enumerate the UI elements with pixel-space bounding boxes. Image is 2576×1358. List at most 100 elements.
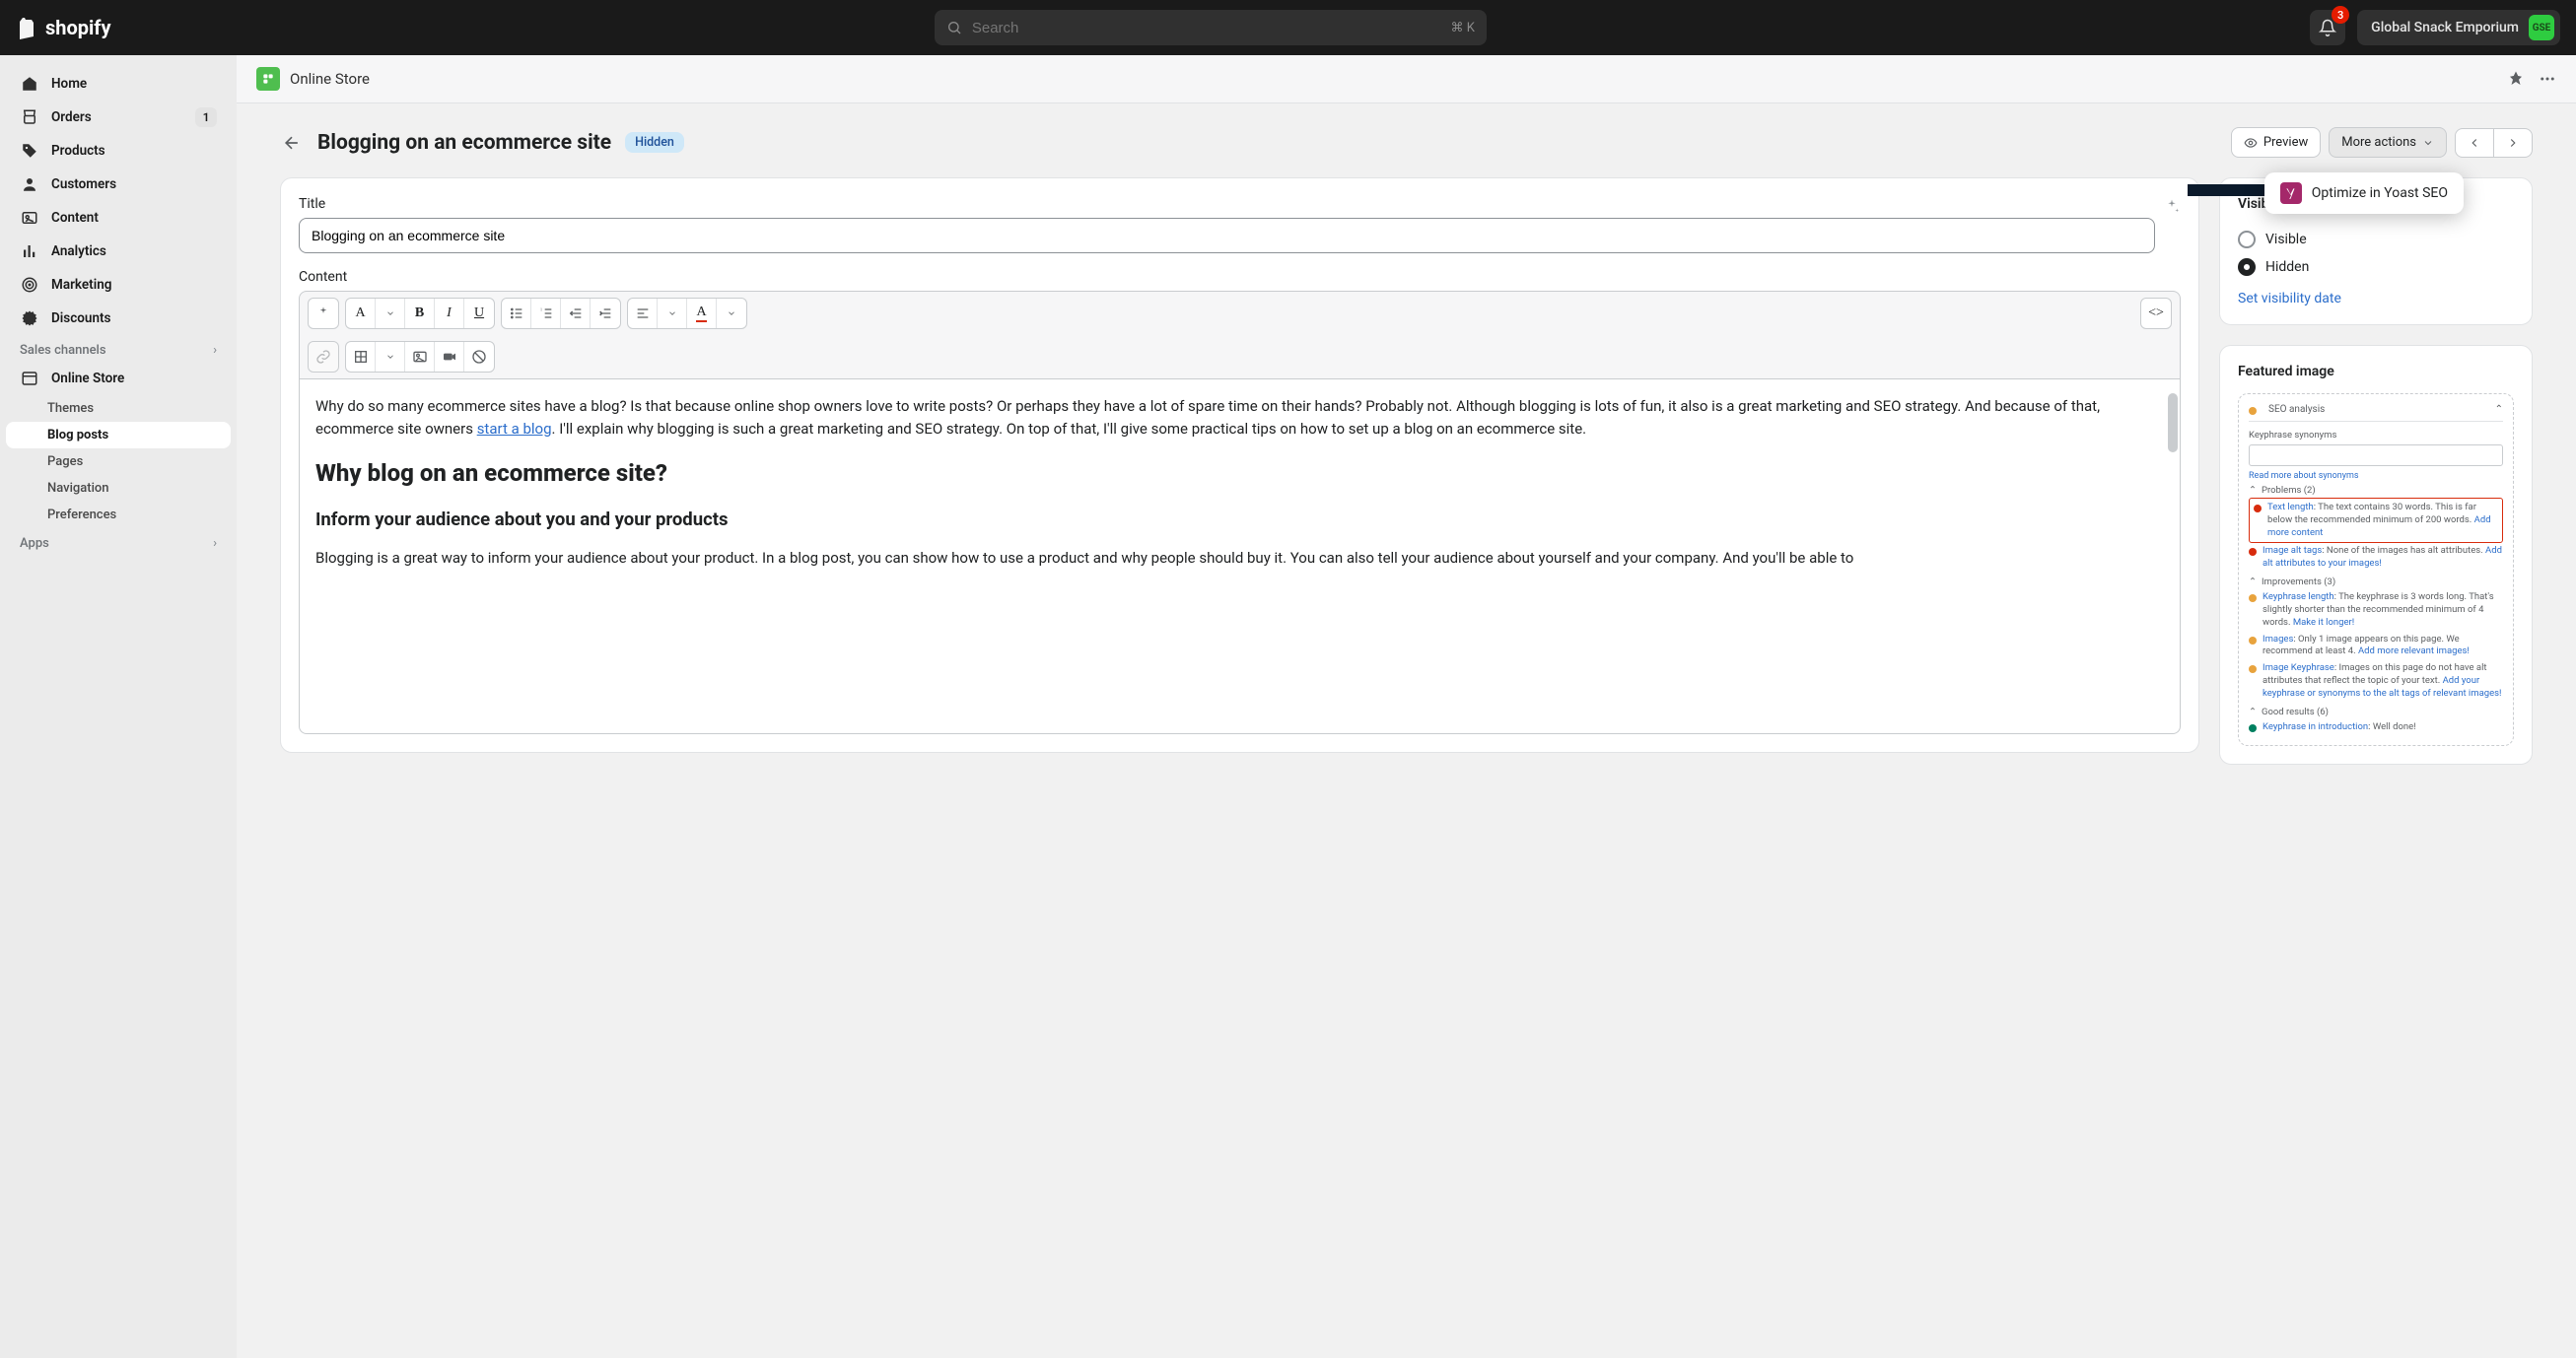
nav-online-store[interactable]: Online Store [6, 362, 231, 395]
featured-image-heading: Featured image [2238, 364, 2514, 379]
brand-text: shopify [45, 16, 111, 39]
seo-item-images: Images: Only 1 image appears on this pag… [2249, 632, 2503, 661]
status-badge: Hidden [625, 132, 684, 153]
sub-pages[interactable]: Pages [6, 448, 231, 475]
align-dropdown[interactable] [658, 299, 687, 328]
content-h2: Why blog on an ecommerce site? [315, 455, 2158, 492]
online-store-app-icon [256, 67, 280, 91]
paragraph-button[interactable]: A [346, 299, 376, 328]
title-input[interactable] [299, 218, 2155, 253]
indent-button[interactable] [591, 299, 620, 328]
sub-blog-posts[interactable]: Blog posts [6, 422, 231, 448]
nav-analytics[interactable]: Analytics [6, 235, 231, 268]
seo-item-img-keyphrase: Image Keyphrase: Images on this page do … [2249, 660, 2503, 702]
bold-button[interactable]: B [405, 299, 435, 328]
editor-scrollbar[interactable] [2168, 393, 2178, 452]
visibility-visible-option[interactable]: Visible [2238, 226, 2514, 253]
image-button[interactable] [405, 342, 435, 372]
table-dropdown[interactable] [376, 342, 405, 372]
featured-image-card: Featured image SEO analysis ⌃ Keyphrase … [2219, 345, 2533, 765]
yoast-dropdown-item[interactable]: Optimize in Yoast SEO [2264, 172, 2464, 214]
seo-item-text-length: Text length: The text contains 30 words.… [2249, 498, 2503, 543]
pin-icon[interactable] [2507, 70, 2525, 88]
color-button[interactable]: A [687, 299, 717, 328]
synonyms-link[interactable]: Read more about synonyms [2249, 471, 2359, 481]
page-header: Blogging on an ecommerce site Hidden Pre… [280, 127, 2533, 158]
editor-toolbar: A B I U 1 [299, 291, 2181, 379]
store-icon [20, 369, 39, 388]
content-editor[interactable]: Why do so many ecommerce sites have a bl… [299, 379, 2181, 734]
nav-customers[interactable]: Customers [6, 168, 231, 201]
synonyms-input[interactable] [2249, 444, 2503, 466]
color-dropdown[interactable] [717, 299, 746, 328]
content-icon [20, 208, 39, 228]
nav-content[interactable]: Content [6, 201, 231, 235]
title-label: Title [299, 196, 2155, 212]
breadcrumb-label: Online Store [290, 70, 370, 88]
problems-section[interactable]: ⌃Problems (2) [2249, 481, 2503, 498]
content-link[interactable]: start a blog [477, 420, 552, 438]
page-title: Blogging on an ecommerce site [317, 131, 611, 155]
nav-products[interactable]: Products [6, 134, 231, 168]
shopify-logo[interactable]: shopify [16, 16, 111, 39]
sales-channels-heading[interactable]: Sales channels› [6, 335, 231, 362]
search-icon [946, 20, 962, 35]
good-results-section[interactable]: ⌃Good results (6) [2249, 703, 2503, 719]
breadcrumb: Online Store [237, 55, 2576, 103]
more-actions-button[interactable]: More actions [2329, 127, 2447, 158]
nav-home[interactable]: Home [6, 67, 231, 101]
seo-item-intro: Keyphrase in introduction: Well done! [2249, 719, 2503, 736]
target-icon [20, 275, 39, 295]
outdent-button[interactable] [561, 299, 591, 328]
apps-heading[interactable]: Apps› [6, 528, 231, 555]
main-area: Online Store Blogging on an ecommerce si… [237, 55, 2576, 1358]
improvements-section[interactable]: ⌃Improvements (3) [2249, 573, 2503, 589]
person-icon [20, 174, 39, 194]
italic-button[interactable]: I [435, 299, 464, 328]
analysis-bullet-icon [2249, 407, 2257, 415]
sub-navigation[interactable]: Navigation [6, 475, 231, 502]
back-button[interactable] [280, 131, 304, 155]
sub-themes[interactable]: Themes [6, 395, 231, 422]
underline-button[interactable]: U [464, 299, 494, 328]
search-box[interactable]: ⌘ K [935, 10, 1487, 45]
home-icon [20, 74, 39, 94]
top-bar: shopify ⌘ K 3 Global Snack Emporium GSE [0, 0, 2576, 55]
eye-icon [2244, 136, 2258, 150]
next-record-button[interactable] [2494, 129, 2532, 157]
content-label: Content [299, 269, 2181, 285]
bullet-list-button[interactable] [502, 299, 531, 328]
more-icon[interactable] [2539, 70, 2556, 88]
record-nav [2455, 128, 2533, 158]
preview-button[interactable]: Preview [2231, 127, 2321, 158]
link-button[interactable] [309, 342, 338, 372]
set-visibility-date-link[interactable]: Set visibility date [2238, 291, 2341, 306]
seo-analysis-label: SEO analysis [2268, 404, 2325, 415]
ai-tool-button[interactable] [309, 299, 338, 328]
chevron-right-icon: › [213, 343, 217, 358]
nav-marketing[interactable]: Marketing [6, 268, 231, 302]
nav-orders[interactable]: Orders1 [6, 101, 231, 134]
tag-icon [20, 141, 39, 161]
nav-discounts[interactable]: Discounts [6, 302, 231, 335]
prev-record-button[interactable] [2456, 129, 2494, 157]
align-button[interactable] [628, 299, 658, 328]
content-p: Blogging is a great way to inform your a… [315, 547, 2158, 570]
search-input[interactable] [972, 20, 1441, 36]
paragraph-dropdown[interactable] [376, 299, 405, 328]
clear-format-button[interactable] [464, 342, 494, 372]
number-list-button[interactable]: 1 [531, 299, 561, 328]
video-button[interactable] [435, 342, 464, 372]
ai-icon[interactable] [2163, 198, 2181, 216]
orders-badge: 1 [195, 107, 217, 127]
visibility-hidden-option[interactable]: Hidden [2238, 253, 2514, 281]
table-button[interactable] [346, 342, 376, 372]
notifications-button[interactable]: 3 [2310, 10, 2345, 45]
seo-item-alt: Image alt tags: None of the images has a… [2249, 543, 2503, 573]
store-account-button[interactable]: Global Snack Emporium GSE [2357, 10, 2560, 45]
sub-preferences[interactable]: Preferences [6, 502, 231, 528]
html-button[interactable]: <> [2141, 299, 2171, 328]
collapse-icon[interactable]: ⌃ [2495, 404, 2503, 415]
search-kbd: ⌘ K [1450, 21, 1474, 35]
store-avatar: GSE [2529, 15, 2554, 40]
